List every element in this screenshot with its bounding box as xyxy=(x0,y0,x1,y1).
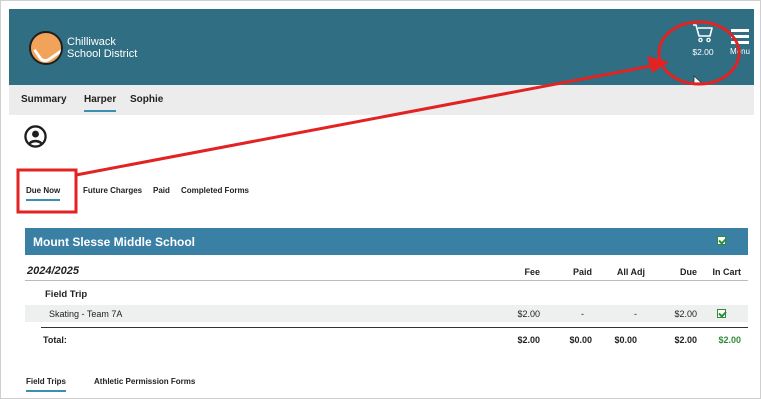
tab-future-charges[interactable]: Future Charges xyxy=(83,186,142,195)
student-tabs: Summary Harper Sophie xyxy=(9,85,754,115)
district-logo[interactable] xyxy=(29,31,63,65)
total-adj: $0.00 xyxy=(614,335,637,345)
total-row: Total: $2.00 $0.00 $0.00 $2.00 $2.00 xyxy=(41,327,748,347)
cart-total: $2.00 xyxy=(692,47,714,57)
tab-harper[interactable]: Harper xyxy=(84,94,117,112)
school-header: Mount Slesse Middle School xyxy=(25,228,748,255)
tab-sophie[interactable]: Sophie xyxy=(130,94,163,105)
fee-amount: $2.00 xyxy=(517,309,540,319)
column-paid: Paid xyxy=(572,267,592,277)
table-row: Skating - Team 7A $2.00 - - $2.00 xyxy=(25,305,748,322)
column-in-cart: In Cart xyxy=(712,267,741,277)
column-all-adj: All Adj xyxy=(616,267,645,277)
hamburger-icon xyxy=(725,29,755,44)
paid-amount: - xyxy=(581,309,584,319)
app-window: Chilliwack School District $2.00 Menu Su… xyxy=(0,0,761,399)
column-fee: Fee xyxy=(524,267,540,277)
district-name-line2: School District xyxy=(67,48,138,60)
tab-paid[interactable]: Paid xyxy=(153,186,170,195)
menu-button[interactable]: Menu xyxy=(725,29,755,56)
fee-item-name: Skating - Team 7A xyxy=(49,309,123,319)
cart-button[interactable]: $2.00 xyxy=(685,23,721,73)
total-in-cart: $2.00 xyxy=(718,335,741,345)
tab-summary[interactable]: Summary xyxy=(21,94,67,105)
tab-due-now[interactable]: Due Now xyxy=(26,186,61,201)
in-cart-checkbox[interactable] xyxy=(717,309,726,318)
total-paid: $0.00 xyxy=(569,335,592,345)
select-all-checkbox[interactable] xyxy=(717,236,726,245)
menu-label: Menu xyxy=(729,47,750,56)
district-name[interactable]: Chilliwack School District xyxy=(67,36,137,60)
tab-athletic-permission-forms[interactable]: Athletic Permission Forms xyxy=(94,377,195,386)
school-name: Mount Slesse Middle School xyxy=(33,235,196,249)
table-header-row: 2024/2025 Fee Paid All Adj Due In Cart xyxy=(25,263,748,281)
district-name-line1: Chilliwack xyxy=(67,36,116,48)
total-due: $2.00 xyxy=(674,335,697,345)
cart-icon xyxy=(693,24,713,43)
top-header: Chilliwack School District $2.00 Menu xyxy=(9,9,755,89)
total-label: Total: xyxy=(43,335,67,345)
due-amount: $2.00 xyxy=(674,309,697,319)
tab-field-trips[interactable]: Field Trips xyxy=(26,377,67,392)
tab-completed-forms[interactable]: Completed Forms xyxy=(181,186,249,195)
school-year: 2024/2025 xyxy=(27,265,79,277)
column-due: Due xyxy=(679,267,697,277)
fee-category: Field Trip xyxy=(45,289,88,300)
total-fee: $2.00 xyxy=(517,335,540,345)
adj-amount: - xyxy=(634,309,637,319)
user-avatar-icon xyxy=(24,125,47,148)
